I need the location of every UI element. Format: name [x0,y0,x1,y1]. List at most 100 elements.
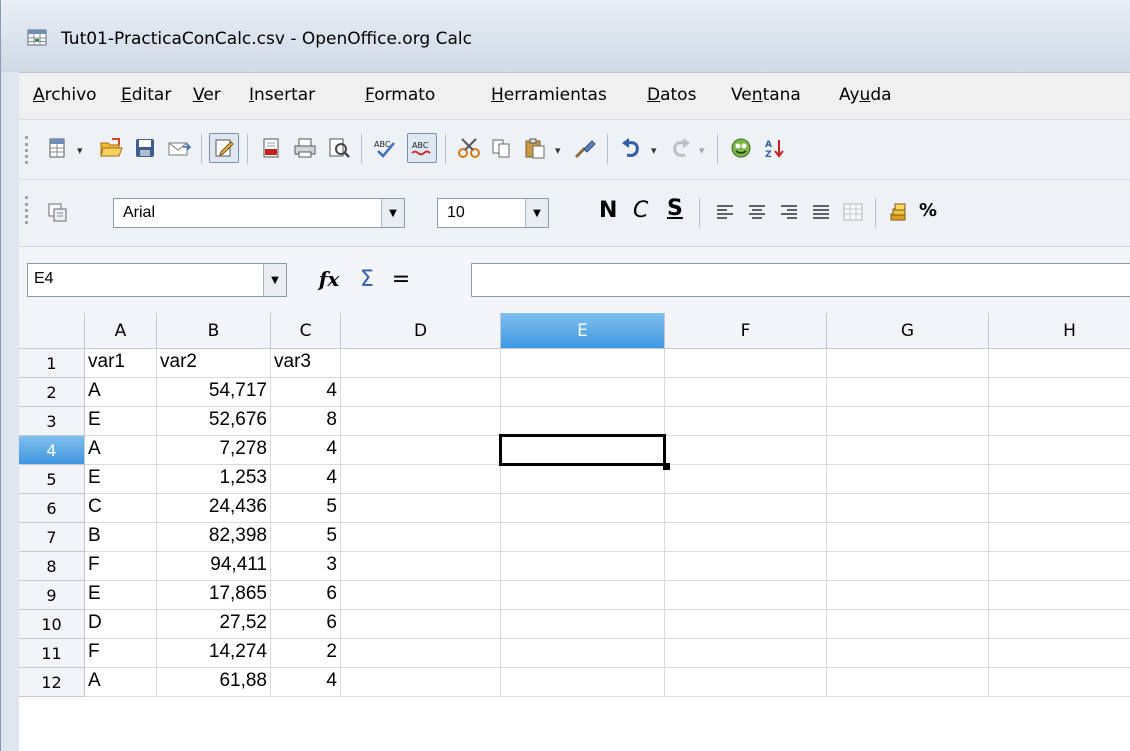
cell-c7[interactable]: 5 [271,523,341,552]
cell-d1[interactable] [341,349,501,378]
new-dropdown-arrow-icon[interactable]: ▾ [77,144,89,157]
cell-b3[interactable]: 52,676 [157,407,271,436]
cell-g11[interactable] [827,639,989,668]
cell-a1[interactable]: var1 [85,349,157,378]
autospellcheck-icon[interactable]: ABC [407,133,437,163]
toolbar-grip[interactable] [25,136,31,164]
spellcheck-icon[interactable]: ABC [371,134,399,162]
column-header-d[interactable]: D [341,313,501,349]
cell-e7[interactable] [501,523,665,552]
cell-f12[interactable] [665,668,827,697]
cell-d4[interactable] [341,436,501,465]
cell-b10[interactable]: 27,52 [157,610,271,639]
cell-a9[interactable]: E [85,581,157,610]
row-header[interactable]: 1 [19,349,85,378]
cell-f11[interactable] [665,639,827,668]
cell-f7[interactable] [665,523,827,552]
cell-c9[interactable]: 6 [271,581,341,610]
row-header[interactable]: 9 [19,581,85,610]
menu-ayuda[interactable]: Ayuda [839,85,892,105]
italic-button[interactable]: C [633,198,648,223]
function-button[interactable]: = [387,265,415,293]
cell-c8[interactable]: 3 [271,552,341,581]
cell-f1[interactable] [665,349,827,378]
row-header[interactable]: 8 [19,552,85,581]
menu-formato[interactable]: Formato [365,85,435,105]
cell-a8[interactable]: F [85,552,157,581]
row-header[interactable]: 3 [19,407,85,436]
cell-e11[interactable] [501,639,665,668]
cell-b11[interactable]: 14,274 [157,639,271,668]
name-box-value[interactable]: E4 [34,270,54,288]
row-header[interactable]: 4 [19,436,85,465]
edit-file-icon[interactable] [209,133,239,163]
title-bar[interactable]: Tut01-PracticaConCalc.csv - OpenOffice.o… [1,0,1130,72]
cell-f6[interactable] [665,494,827,523]
cell-g2[interactable] [827,378,989,407]
sum-button[interactable]: Σ [353,265,381,293]
cell-c6[interactable]: 5 [271,494,341,523]
cell-f10[interactable] [665,610,827,639]
font-name-combo[interactable]: Arial ▼ [113,198,405,228]
align-left-icon[interactable] [711,198,739,226]
cell-e5[interactable] [501,465,665,494]
cell-e3[interactable] [501,407,665,436]
cell-h9[interactable] [989,581,1130,610]
cell-c12[interactable]: 4 [271,668,341,697]
cell-g10[interactable] [827,610,989,639]
cell-b9[interactable]: 17,865 [157,581,271,610]
cell-c2[interactable]: 4 [271,378,341,407]
cell-g8[interactable] [827,552,989,581]
save-icon[interactable] [131,134,159,162]
cell-d5[interactable] [341,465,501,494]
clone-format-icon[interactable] [571,134,599,162]
page-preview-icon[interactable] [325,134,353,162]
cell-g9[interactable] [827,581,989,610]
font-name-value[interactable]: Arial [123,204,155,222]
cell-d6[interactable] [341,494,501,523]
undo-icon[interactable] [617,134,645,162]
cell-g1[interactable] [827,349,989,378]
print-icon[interactable] [291,134,319,162]
open-folder-icon[interactable] [97,134,125,162]
spreadsheet-grid[interactable]: A B C D E F G H 1 var1 var2 var3 2 A 54,717 4 3 E 52,676 8 4… [19,313,1130,751]
select-all-corner[interactable] [19,313,85,349]
cell-b8[interactable]: 94,411 [157,552,271,581]
cell-h12[interactable] [989,668,1130,697]
column-header-a[interactable]: A [85,313,157,349]
cell-d8[interactable] [341,552,501,581]
cell-c4[interactable]: 4 [271,436,341,465]
cell-a12[interactable]: A [85,668,157,697]
cell-h3[interactable] [989,407,1130,436]
chevron-down-icon[interactable]: ▼ [381,199,404,227]
row-header[interactable]: 7 [19,523,85,552]
cell-f9[interactable] [665,581,827,610]
cell-e10[interactable] [501,610,665,639]
cell-f4[interactable] [665,436,827,465]
formula-input[interactable] [471,263,1130,297]
fill-handle[interactable] [663,463,670,470]
cell-a3[interactable]: E [85,407,157,436]
chevron-down-icon[interactable]: ▼ [263,264,286,296]
cell-c3[interactable]: 8 [271,407,341,436]
paste-dropdown-arrow-icon[interactable]: ▾ [555,144,567,157]
cell-h4[interactable] [989,436,1130,465]
column-header-f[interactable]: F [665,313,827,349]
cell-f8[interactable] [665,552,827,581]
cell-d7[interactable] [341,523,501,552]
cell-g7[interactable] [827,523,989,552]
bold-button[interactable]: N [599,198,617,223]
align-center-icon[interactable] [743,198,771,226]
cell-b12[interactable]: 61,88 [157,668,271,697]
copy-icon[interactable] [487,134,515,162]
merge-cells-icon[interactable] [839,198,867,226]
cell-e9[interactable] [501,581,665,610]
cell-f3[interactable] [665,407,827,436]
cell-e1[interactable] [501,349,665,378]
cell-h5[interactable] [989,465,1130,494]
menu-datos[interactable]: Datos [647,85,696,105]
cell-a4[interactable]: A [85,436,157,465]
navigator-icon[interactable] [727,134,755,162]
cell-h1[interactable] [989,349,1130,378]
column-header-g[interactable]: G [827,313,989,349]
